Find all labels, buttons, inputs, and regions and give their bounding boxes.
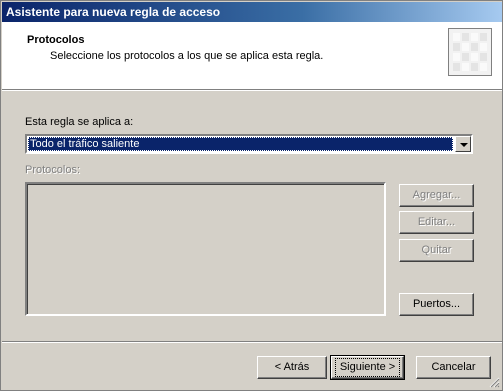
next-button-label: Siguiente > (334, 358, 401, 377)
cancel-button[interactable]: Cancelar (416, 356, 491, 379)
back-button[interactable]: < Atrás (257, 356, 327, 379)
next-button[interactable]: Siguiente > (330, 355, 405, 380)
window-title: Asistente para nueva regla de acceso (6, 5, 221, 19)
footer-divider (2, 341, 502, 343)
page-title: Protocolos (27, 34, 85, 46)
applies-to-select[interactable]: Todo el tráfico saliente (25, 134, 473, 154)
resize-grip-icon[interactable] (488, 376, 500, 388)
header-divider (2, 89, 502, 91)
applies-to-label: Esta regla se aplica a: (25, 116, 134, 128)
dropdown-arrow-icon[interactable] (455, 136, 471, 152)
add-button[interactable]: Agregar... (399, 184, 474, 207)
wizard-header: Protocolos Seleccione los protocolos a l… (2, 22, 502, 89)
applies-to-selected-value: Todo el tráfico saliente (28, 137, 453, 151)
wizard-window: Asistente para nueva regla de acceso Pro… (0, 0, 503, 391)
title-bar[interactable]: Asistente para nueva regla de acceso (2, 2, 502, 22)
protocols-label: Protocolos: (25, 164, 81, 176)
wizard-icon (448, 28, 492, 76)
page-subtitle: Seleccione los protocolos a los que se a… (50, 50, 324, 62)
edit-button[interactable]: Editar... (399, 211, 474, 234)
remove-button[interactable]: Quitar (399, 239, 474, 262)
ports-button[interactable]: Puertos... (399, 293, 474, 316)
protocols-list[interactable] (25, 182, 386, 316)
